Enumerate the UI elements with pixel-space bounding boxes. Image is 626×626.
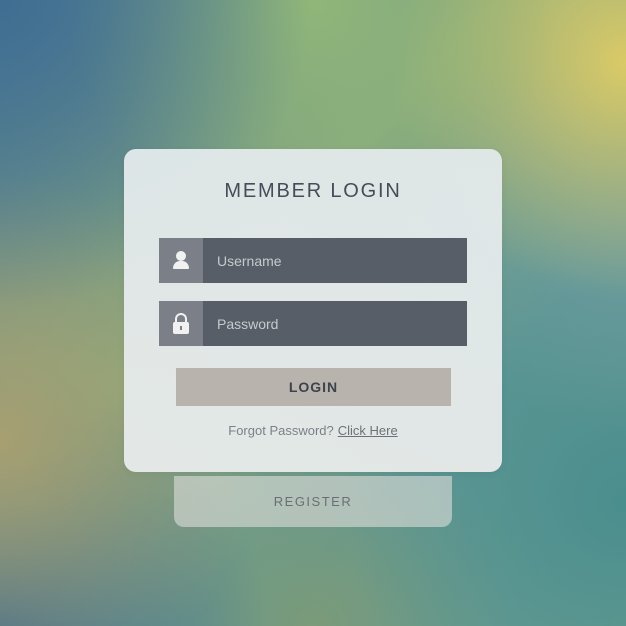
forgot-password-row: Forgot Password? Click Here [0,423,626,438]
forgot-password-link[interactable]: Click Here [338,423,398,438]
user-icon [159,238,203,283]
lock-icon [159,301,203,346]
username-input[interactable] [203,238,467,283]
page-title: MEMBER LOGIN [224,180,402,202]
lock-icon-keyhole [180,326,182,330]
password-field[interactable] [159,301,467,346]
user-icon-body [173,261,189,269]
password-input[interactable] [203,301,467,346]
login-button[interactable]: LOGIN [176,368,451,406]
username-field[interactable] [159,238,467,283]
forgot-password-text: Forgot Password? [228,423,334,438]
user-icon-head [176,251,186,261]
register-button[interactable]: REGISTER [174,476,452,527]
